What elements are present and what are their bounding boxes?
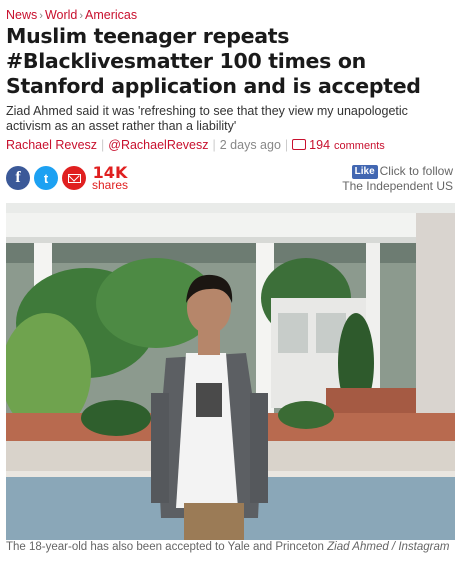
caption-text: The 18-year-old has also been accepted t… (6, 541, 324, 553)
divider: | (212, 138, 216, 152)
publish-time: 2 days ago (219, 138, 281, 152)
breadcrumb-world[interactable]: World (45, 8, 77, 22)
follow-text: Click to follow (379, 164, 453, 178)
comment-count: 194 (309, 138, 331, 152)
article-photo (6, 203, 455, 540)
email-icon (67, 173, 81, 183)
comment-bubble-icon (292, 139, 307, 151)
twitter-share-button[interactable]: t (34, 166, 58, 190)
author-link[interactable]: Rachael Revesz (6, 138, 97, 152)
photo-credit: Ziad Ahmed / Instagram (327, 541, 450, 553)
divider: | (101, 138, 105, 152)
chevron-right-icon: › (79, 10, 84, 22)
comments-link[interactable]: 194 comments (292, 138, 385, 152)
facebook-share-button[interactable]: f (6, 166, 30, 190)
breadcrumb-news[interactable]: News (6, 8, 37, 22)
share-count-label: shares (92, 178, 129, 192)
photo-caption: The 18-year-old has also been accepted t… (6, 541, 454, 553)
follow-publication: The Independent US (342, 179, 453, 193)
breadcrumb-americas[interactable]: Americas (85, 8, 137, 22)
share-bar: f t 14K shares (6, 165, 128, 191)
divider: | (284, 138, 289, 152)
email-share-button[interactable] (62, 166, 86, 190)
comments-label: comments (334, 140, 385, 152)
twitter-icon: t (43, 170, 49, 186)
article-standfirst: Ziad Ahmed said it was 'refreshing to se… (6, 104, 408, 133)
facebook-icon: f (15, 169, 21, 186)
follow-widget[interactable]: Like Click to follow The Independent US (342, 164, 453, 193)
share-count: 14K shares (92, 165, 129, 192)
author-twitter-link[interactable]: @RachaelRevesz (108, 138, 208, 152)
article-headline: Muslim teenager repeats #Blacklivesmatte… (6, 24, 421, 98)
byline: Rachael Revesz | @RachaelRevesz | 2 days ago… (6, 138, 385, 152)
facebook-like-button[interactable]: Like (351, 165, 378, 179)
chevron-right-icon: › (39, 10, 43, 22)
breadcrumb: News › World › Americas (6, 8, 137, 22)
